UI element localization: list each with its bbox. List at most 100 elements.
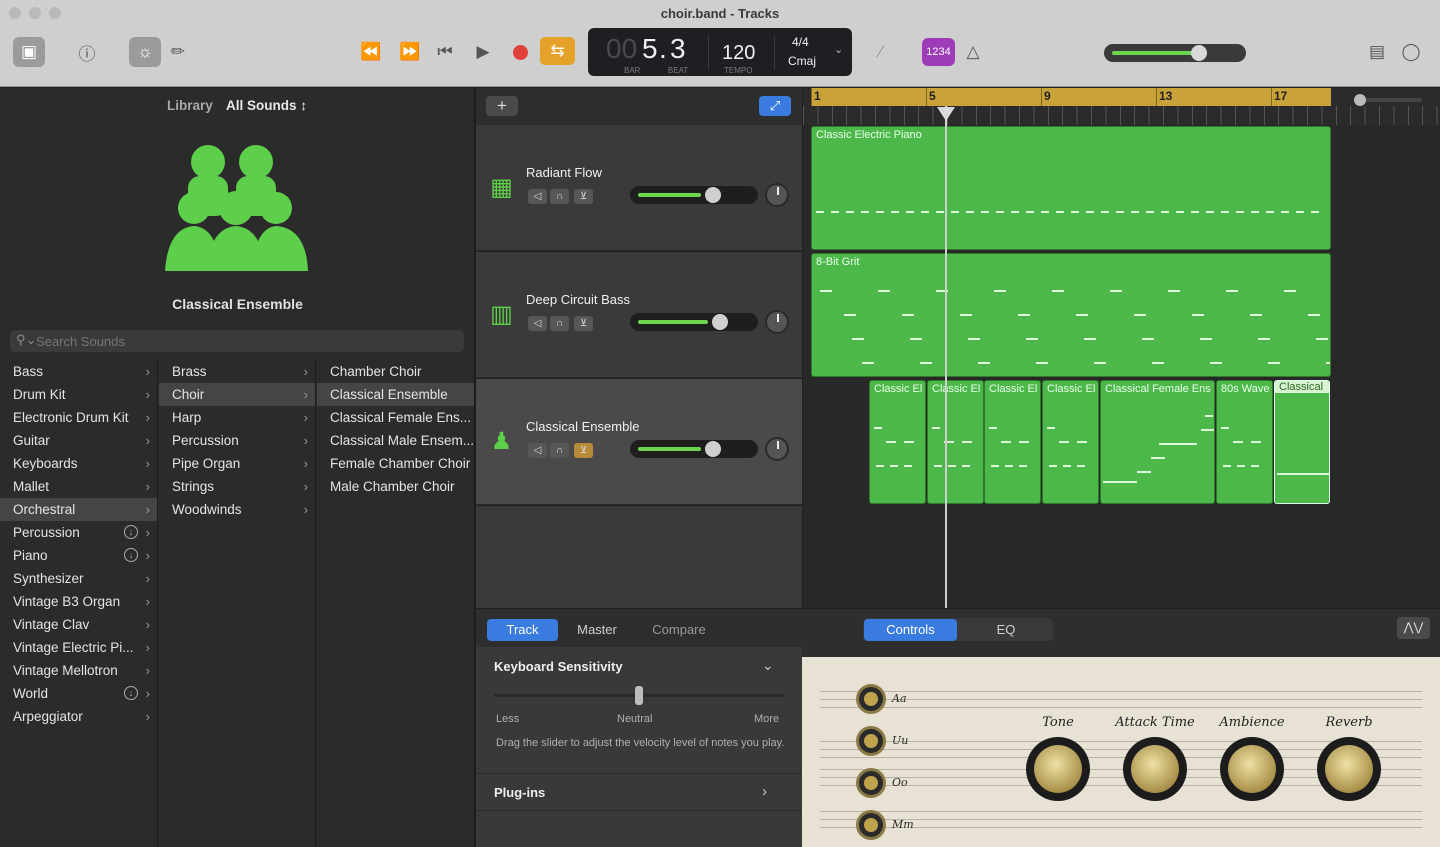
cycle-region[interactable]: 1 5 9 13 17 (811, 88, 1331, 106)
patch-item[interactable]: Classical Female Ens... (317, 406, 474, 429)
play-icon[interactable]: ▶ (470, 37, 496, 67)
subcategory-item[interactable]: Pipe Organ › (159, 452, 315, 475)
master-volume-knob[interactable] (1191, 45, 1207, 61)
pan-knob[interactable] (765, 310, 789, 334)
mute-icon[interactable]: ◁ (528, 443, 547, 458)
fast-forward-icon[interactable]: ⏩ (395, 37, 425, 67)
subcategory-item[interactable]: Percussion › (159, 429, 315, 452)
volume-knob[interactable] (712, 314, 728, 330)
record-enable-icon[interactable]: ⊻ (574, 443, 593, 458)
tab-controls[interactable]: Controls (864, 619, 957, 641)
ruler[interactable]: 1 5 9 13 17 (803, 88, 1440, 125)
playhead[interactable] (945, 106, 947, 608)
automation-icon[interactable]: ⋀⋁ (1397, 617, 1430, 639)
category-item[interactable]: Guitar › (0, 429, 157, 452)
lcd-display[interactable]: 00 5 . 3 BAR BEAT 120 TEMPO 4/4 Cmaj ⌄ (588, 28, 852, 76)
category-item[interactable]: Keyboards › (0, 452, 157, 475)
master-volume-slider[interactable] (1104, 44, 1246, 62)
catch-playhead-button[interactable]: ⤢ (759, 96, 791, 116)
download-icon[interactable]: ↓ (124, 686, 138, 700)
search-field[interactable]: ⚲⌄ (10, 330, 464, 352)
rotary-knob[interactable] (1220, 737, 1284, 801)
rotary-knob[interactable] (1026, 737, 1090, 801)
pan-knob[interactable] (765, 437, 789, 461)
vowel-button[interactable] (856, 684, 886, 714)
region[interactable]: Classic Electric Piano (811, 126, 1331, 250)
loop-browser-icon[interactable]: ◯ (1398, 37, 1424, 67)
category-item[interactable]: Bass › (0, 360, 157, 383)
cycle-button[interactable]: ⇆ (540, 37, 575, 65)
solo-headphones-icon[interactable]: ∩ (550, 189, 569, 204)
patch-item[interactable]: Female Chamber Choir (317, 452, 474, 475)
category-item[interactable]: Electronic Drum Kit › (0, 406, 157, 429)
help-icon[interactable]: ⓘ (75, 37, 99, 67)
tempo-value[interactable]: 120 (722, 42, 755, 65)
sensitivity-slider[interactable] (494, 686, 784, 705)
region[interactable]: 8-Bit Grit (811, 253, 1331, 377)
zoom-knob[interactable] (1354, 94, 1366, 106)
category-item[interactable]: Mallet › (0, 475, 157, 498)
track-header[interactable]: ▦ Radiant Flow ◁ ∩ ⊻ (476, 125, 802, 251)
mute-icon[interactable]: ◁ (528, 316, 547, 331)
count-in-button[interactable]: 1234 (922, 38, 955, 66)
lcd-menu-chevron-icon[interactable]: ⌄ (834, 43, 843, 56)
category-item[interactable]: World ↓ › (0, 682, 157, 705)
track-header[interactable]: ▥ Deep Circuit Bass ◁ ∩ ⊻ (476, 252, 802, 378)
rewind-icon[interactable]: ⏪ (356, 37, 386, 67)
record-enable-icon[interactable]: ⊻ (574, 189, 593, 204)
tab-compare[interactable]: Compare (639, 619, 719, 641)
zoom-slider[interactable] (1354, 94, 1422, 106)
track-name[interactable]: Deep Circuit Bass (526, 292, 630, 307)
subcategory-item[interactable]: Strings › (159, 475, 315, 498)
category-item[interactable]: Vintage Electric Pi... › (0, 636, 157, 659)
category-item[interactable]: Vintage Clav › (0, 613, 157, 636)
track-header[interactable]: ♟ Classical Ensemble ◁ ∩ ⊻ (476, 379, 802, 505)
track-volume-slider[interactable] (630, 313, 758, 331)
category-item[interactable]: Orchestral › (0, 498, 157, 521)
time-signature[interactable]: 4/4 (792, 35, 809, 49)
record-enable-icon[interactable]: ⊻ (574, 316, 593, 331)
category-item[interactable]: Arpeggiator › (0, 705, 157, 728)
key-signature[interactable]: Cmaj (788, 54, 816, 68)
record-button[interactable] (507, 37, 533, 67)
tab-track[interactable]: Track (487, 619, 558, 641)
category-item[interactable]: Synthesizer › (0, 567, 157, 590)
sound-set-popup[interactable]: All Sounds ↕ (226, 98, 307, 113)
add-track-button[interactable]: + (486, 96, 518, 116)
plugins-row[interactable]: Plug-ins › (476, 774, 802, 810)
volume-knob[interactable] (705, 441, 721, 457)
region[interactable]: Classical Female Ens (1100, 380, 1215, 504)
search-input[interactable] (36, 332, 456, 350)
volume-knob[interactable] (705, 187, 721, 203)
category-item[interactable]: Piano ↓ › (0, 544, 157, 567)
download-icon[interactable]: ↓ (124, 548, 138, 562)
rotary-knob[interactable] (1317, 737, 1381, 801)
tuner-icon[interactable]: ⁄ (868, 37, 894, 67)
tracks-area[interactable]: 1 5 9 13 17 Classic Electric Piano 8-Bit Grit… (803, 88, 1440, 608)
metronome-icon[interactable]: △ (960, 37, 986, 67)
tab-eq[interactable]: EQ (960, 619, 1052, 641)
vowel-button[interactable] (856, 810, 886, 840)
vowel-button[interactable] (856, 768, 886, 798)
region[interactable]: Classic El (1042, 380, 1099, 504)
track-volume-slider[interactable] (630, 186, 758, 204)
region[interactable]: Classical (1274, 380, 1330, 504)
patch-item[interactable]: Male Chamber Choir (317, 475, 474, 498)
patch-item[interactable]: Classical Male Ensem... (317, 429, 474, 452)
download-icon[interactable]: ↓ (124, 525, 138, 539)
track-name[interactable]: Classical Ensemble (526, 419, 639, 434)
subcategory-item[interactable]: Woodwinds › (159, 498, 315, 521)
tab-master[interactable]: Master (562, 619, 632, 641)
solo-headphones-icon[interactable]: ∩ (550, 316, 569, 331)
patch-item[interactable]: Classical Ensemble (317, 383, 474, 406)
region[interactable]: Classic El (869, 380, 926, 504)
mute-icon[interactable]: ◁ (528, 189, 547, 204)
category-item[interactable]: Vintage B3 Organ › (0, 590, 157, 613)
region[interactable]: Classic El (984, 380, 1041, 504)
category-item[interactable]: Drum Kit › (0, 383, 157, 406)
chevron-down-icon[interactable]: ⌄ (762, 657, 774, 674)
subcategory-item[interactable]: Choir › (159, 383, 315, 406)
go-to-beginning-icon[interactable]: ⏮ (432, 37, 458, 67)
category-item[interactable]: Percussion ↓ › (0, 521, 157, 544)
category-item[interactable]: Vintage Mellotron › (0, 659, 157, 682)
